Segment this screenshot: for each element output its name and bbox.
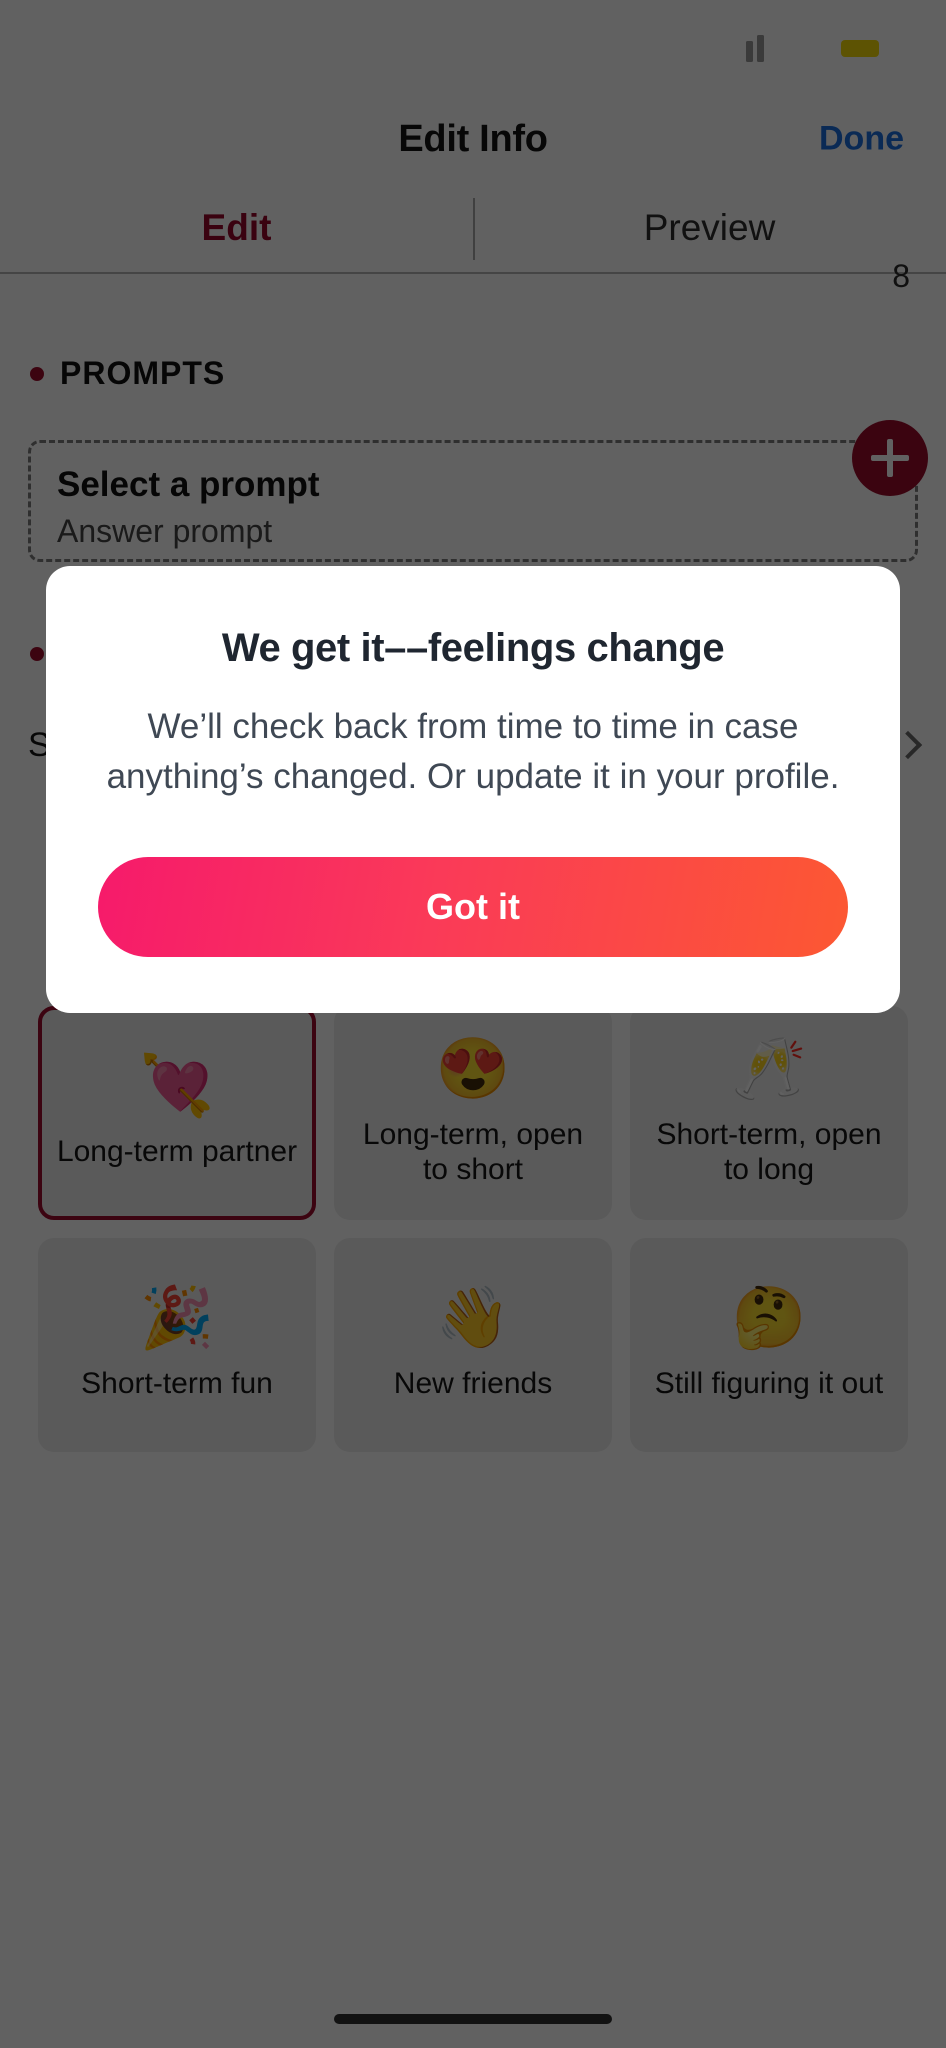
modal-scrim[interactable] (0, 0, 946, 2048)
got-it-button[interactable]: Got it (98, 857, 848, 957)
modal-title: We get it––feelings change (98, 624, 848, 672)
home-indicator (334, 2014, 612, 2024)
modal-body-text: We’ll check back from time to time in ca… (98, 702, 848, 801)
feelings-change-modal: We get it––feelings change We’ll check b… (46, 566, 900, 1013)
